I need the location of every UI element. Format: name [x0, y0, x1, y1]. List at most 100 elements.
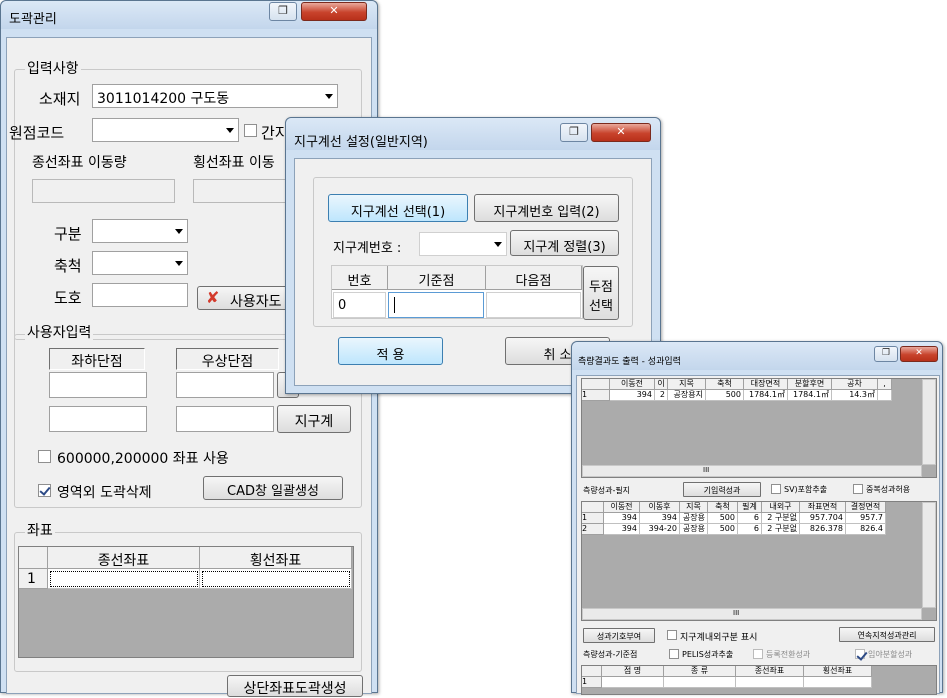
district-button[interactable]: 지구계: [277, 405, 351, 433]
mid-grid-cell[interactable]: 826.4: [846, 524, 886, 535]
mid-grid-cell[interactable]: 2 구분없: [762, 513, 800, 524]
sheet-no-field[interactable]: [92, 283, 188, 307]
coords-header-x-label: 종선좌표: [97, 553, 150, 569]
upper-right-button[interactable]: 우상단점: [176, 348, 279, 370]
top-grid[interactable]: 이동전 이 지목 축척 대장면적 분할후면 공차, 1 394 2 공장용지 500 1784.1㎡ 17…: [581, 378, 937, 478]
main-titlebar: 도곽관리 ❐ ✕: [1, 1, 377, 29]
sv-include-label: SV)포함추출: [784, 485, 828, 494]
coords-cell-y[interactable]: [200, 569, 352, 589]
vert-shift-field[interactable]: [32, 179, 175, 203]
district-split-checkbox[interactable]: [667, 630, 677, 640]
result-restore-button[interactable]: ❐: [874, 346, 898, 362]
top-grid-hscroll[interactable]: III: [582, 465, 922, 477]
top-grid-cell[interactable]: 394: [610, 390, 655, 401]
mid-grid-cell[interactable]: 500: [708, 524, 738, 535]
upper-right-label: 우상단점: [201, 354, 254, 370]
bottom-grid-cell[interactable]: [602, 677, 664, 688]
top-grid-vscroll[interactable]: [922, 379, 936, 465]
mid-grid-cell[interactable]: 6: [738, 524, 762, 535]
top-grid-cell[interactable]: [878, 390, 892, 401]
sort-button[interactable]: 지구계 정렬(3): [510, 230, 619, 256]
scale-combo[interactable]: [92, 251, 188, 275]
close-button[interactable]: ✕: [301, 2, 367, 21]
result-close-button[interactable]: ✕: [900, 346, 938, 362]
bottom-grid-cell[interactable]: [736, 677, 804, 688]
top-grid-cell[interactable]: 14.3㎡: [832, 390, 878, 401]
apply-button[interactable]: 적 용: [338, 337, 443, 365]
mid-grid-cell[interactable]: 957.704: [800, 513, 846, 524]
top-grid-cell[interactable]: 500: [706, 390, 744, 401]
mid-grid-header: 축척: [708, 502, 738, 513]
mid-grid-cell[interactable]: 394-20: [640, 524, 680, 535]
top-grid-cell[interactable]: 1784.1㎡: [744, 390, 788, 401]
row-number: 1: [582, 677, 602, 688]
restore-button[interactable]: ❐: [269, 2, 297, 21]
point-no-value: 0: [338, 298, 347, 313]
table-row: 1: [19, 569, 48, 589]
mid-grid-hscroll[interactable]: III: [582, 608, 922, 620]
prev-input-button[interactable]: 기입력성과: [683, 482, 761, 497]
upper-right-x-field[interactable]: [176, 372, 274, 398]
mid-grid[interactable]: 이동전 이동후 지목 축척 필계 내외구 좌표면적 결정면적 1 394 394 공장용 500 6 2 구…: [581, 501, 937, 621]
mid-grid-header: 필계: [738, 502, 762, 513]
mid-grid-cell[interactable]: 394: [640, 513, 680, 524]
select-line-button[interactable]: 지구계선 선택(1): [328, 194, 468, 222]
point-base-field[interactable]: [388, 292, 484, 318]
delete-outside-checkbox[interactable]: [38, 484, 51, 497]
mid-grid-cell[interactable]: 394: [604, 513, 640, 524]
row-number: 1: [582, 513, 604, 524]
dup-allow-checkbox[interactable]: [853, 484, 863, 494]
code-assign-button[interactable]: 성과기호부여: [583, 628, 655, 643]
lower-left-x-field[interactable]: [49, 372, 147, 398]
chevron-down-icon: [494, 242, 502, 247]
top-grid-cell[interactable]: 2: [655, 390, 668, 401]
red-x-icon: ✘: [206, 288, 220, 307]
cad-generate-button[interactable]: CAD창 일괄생성: [203, 476, 343, 500]
bottom-grid[interactable]: 점 명종 류 종선좌표 횡선좌표 1: [581, 665, 937, 695]
origin-code-combo[interactable]: [92, 118, 239, 142]
user-point-button[interactable]: ✘ 사용자도: [197, 286, 297, 310]
point-next-field[interactable]: [486, 292, 581, 318]
location-combo[interactable]: 3011014200 구도동: [92, 84, 338, 108]
forest-checkbox[interactable]: [855, 649, 865, 659]
mid-grid-cell[interactable]: 394: [604, 524, 640, 535]
top-coord-generate-button[interactable]: 상단좌표도곽생성: [227, 675, 363, 697]
location-value: 3011014200 구도동: [97, 91, 230, 107]
coords-header-y-label: 횡선좌표: [249, 553, 302, 569]
sv-include-checkbox[interactable]: [771, 484, 781, 494]
coord-600000-checkbox[interactable]: [38, 450, 51, 463]
top-grid-cell[interactable]: 공장용지: [668, 390, 706, 401]
vert-shift-label: 종선좌표 이동량: [32, 155, 127, 171]
district-button-label: 지구계: [294, 414, 334, 430]
register-checkbox[interactable]: [753, 649, 763, 659]
result-client: 이동전 이 지목 축척 대장면적 분할후면 공차, 1 394 2 공장용지 500 1784.1㎡ 17…: [576, 375, 940, 695]
coords-cell-x[interactable]: [48, 569, 200, 589]
coords-grid[interactable]: 종선좌표 횡선좌표 1: [18, 546, 354, 658]
division-combo[interactable]: [92, 219, 188, 243]
upper-right-y-field[interactable]: [176, 406, 274, 432]
enter-number-button[interactable]: 지구계번호 입력(2): [474, 194, 619, 222]
bottom-grid-cell[interactable]: [804, 677, 872, 688]
district-close-button[interactable]: ✕: [591, 123, 651, 142]
lower-left-button[interactable]: 좌하단점: [49, 348, 145, 370]
chevron-down-icon: [226, 128, 234, 133]
lower-left-y-field[interactable]: [49, 406, 147, 432]
gap-checkbox[interactable]: [244, 124, 257, 137]
mid-grid-vscroll[interactable]: [922, 502, 936, 608]
mid-grid-cell[interactable]: 공장용: [680, 524, 708, 535]
two-point-select-button[interactable]: 두점 선택: [583, 266, 619, 320]
point-no-field[interactable]: 0: [333, 292, 386, 318]
mid-grid-cell[interactable]: 826.378: [800, 524, 846, 535]
district-restore-button[interactable]: ❐: [560, 123, 588, 142]
mid-grid-cell[interactable]: 500: [708, 513, 738, 524]
mid-grid-cell[interactable]: 공장용: [680, 513, 708, 524]
code-assign-label: 성과기호부여: [596, 632, 642, 641]
mid-grid-cell[interactable]: 957.7: [846, 513, 886, 524]
mid-grid-cell[interactable]: 6: [738, 513, 762, 524]
district-number-combo[interactable]: [419, 232, 507, 256]
top-grid-cell[interactable]: 1784.1㎡: [788, 390, 832, 401]
bottom-grid-cell[interactable]: [664, 677, 736, 688]
mid-grid-cell[interactable]: 2 구분없: [762, 524, 800, 535]
continuous-manage-button[interactable]: 연속지적성과관리: [839, 627, 935, 642]
pelis-checkbox[interactable]: [669, 649, 679, 659]
